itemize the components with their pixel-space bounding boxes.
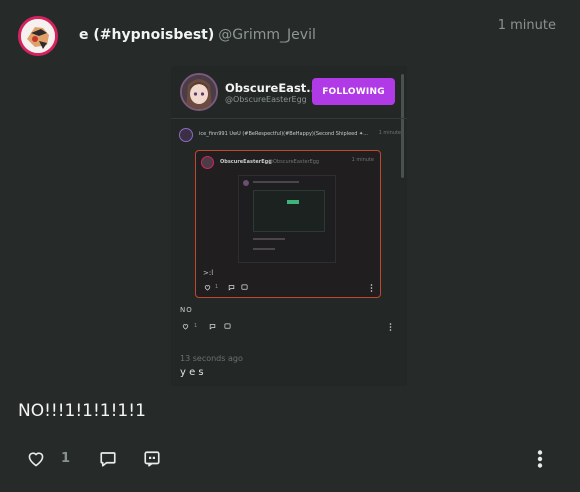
reply-icon	[209, 324, 216, 330]
inner-handle: @ObscureEasterEgg	[268, 159, 320, 165]
quote-icon	[241, 284, 248, 290]
avatar-image	[21, 19, 55, 53]
inner-name: ObscureEasterEgg	[220, 159, 272, 165]
nested-line	[253, 248, 275, 250]
divider	[171, 118, 407, 119]
quote-icon	[144, 451, 160, 467]
nested-screenshot	[238, 175, 336, 263]
profile-avatar	[180, 73, 218, 111]
nested-card	[253, 190, 325, 232]
heart-icon	[182, 324, 189, 330]
timestamp: 13 seconds ago	[180, 354, 243, 363]
reply-avatar	[179, 128, 193, 142]
like-button[interactable]	[24, 445, 48, 473]
profile-name: ObscureEast...	[225, 81, 320, 95]
nested-green-button	[287, 200, 299, 204]
quoted-post: ObscureEasterEgg @ObscureEasterEgg 1 min…	[195, 150, 381, 298]
author-handle[interactable]: @Grimm_Jevil	[218, 27, 316, 43]
inner-like-count: 1	[215, 284, 219, 290]
no-text: NO	[180, 306, 193, 314]
like-count[interactable]: 1	[61, 451, 70, 466]
more-icon	[370, 284, 373, 292]
nested-line	[253, 181, 299, 183]
more-options-button[interactable]	[528, 445, 552, 473]
display-name[interactable]: e (#hypnoisbest)	[79, 27, 214, 43]
inner-avatar	[201, 156, 214, 169]
reply-author: ice_finn991 UwU (#BeRespectful)(#BeHappy…	[199, 131, 368, 137]
reply-button[interactable]	[96, 445, 120, 473]
yes-text: y e s	[180, 367, 204, 378]
profile-handle: @ObscureEasterEgg	[225, 95, 307, 104]
reply-icon	[228, 285, 235, 291]
more-icon	[389, 323, 392, 331]
quote-icon	[224, 323, 231, 329]
more-icon	[537, 450, 543, 468]
inner-text: >:l	[203, 269, 214, 277]
no-like-count: 1	[194, 323, 198, 329]
nested-avatar	[243, 180, 249, 186]
nested-line	[253, 238, 285, 240]
inner-actions: 1	[204, 283, 376, 293]
screenshot-scrollbar	[401, 74, 404, 178]
following-button: FOLLOWING	[312, 78, 395, 105]
heart-icon	[28, 452, 44, 467]
attached-screenshot[interactable]: ObscureEast... @ObscureEasterEgg FOLLOWI…	[171, 66, 407, 386]
reply-icon	[100, 452, 116, 467]
heart-icon	[204, 285, 211, 291]
post-text: NO!!!1!1!1!1!1	[18, 401, 146, 421]
quote-button[interactable]	[140, 445, 164, 473]
post-time[interactable]: 1 minute	[498, 18, 556, 33]
author-name[interactable]: e (#hypnoisbest) @Grimm_Jevil	[79, 27, 316, 43]
author-avatar[interactable]	[18, 16, 58, 56]
profile-avatar-image	[182, 75, 216, 109]
reply-time: 1 minute	[378, 130, 401, 136]
no-actions: 1	[182, 322, 396, 332]
inner-time: 1 minute	[351, 157, 374, 163]
